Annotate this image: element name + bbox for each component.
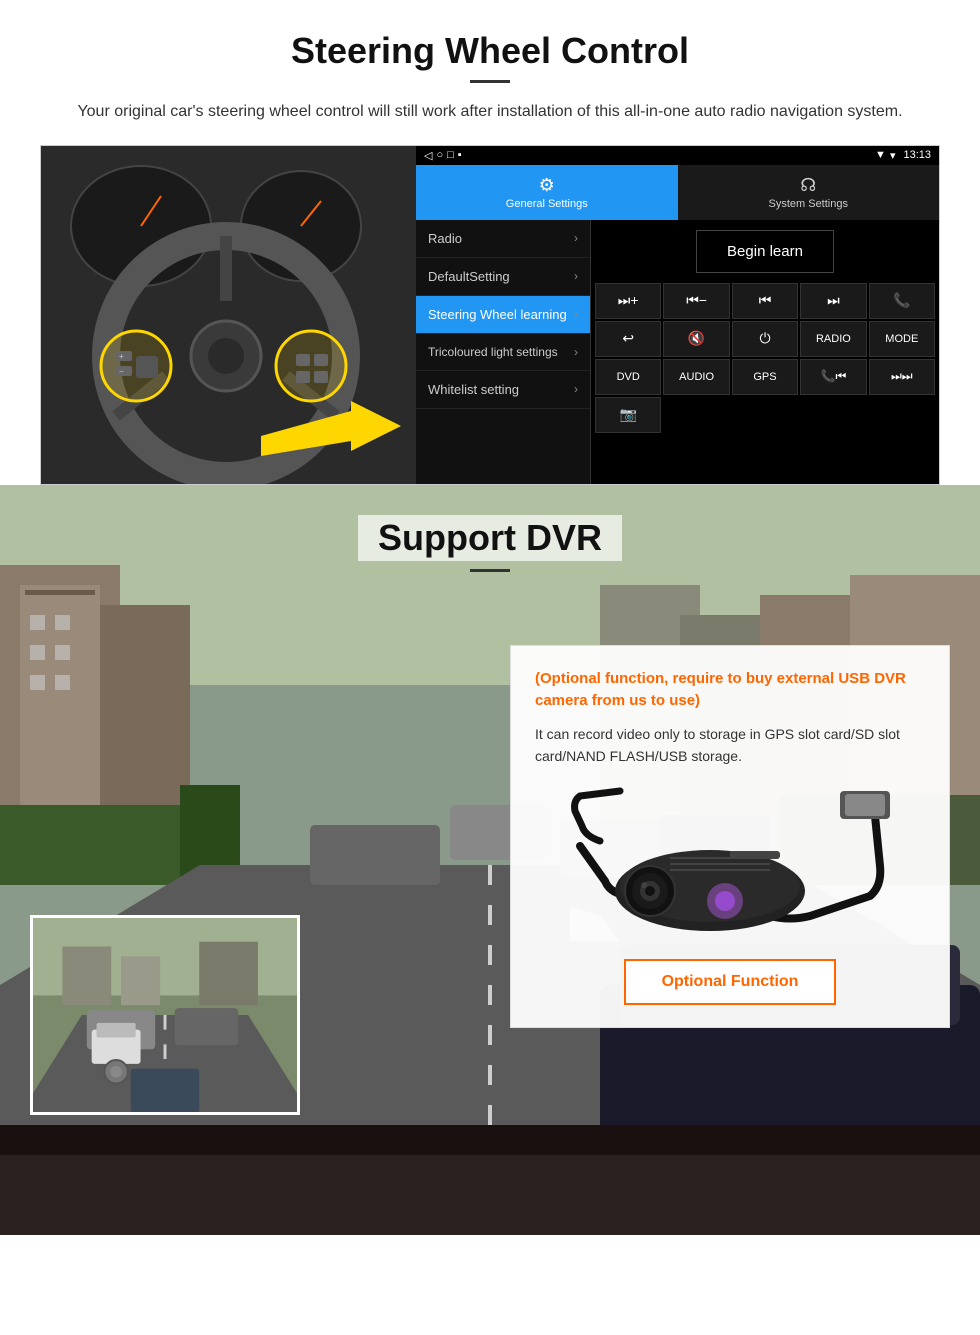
steering-description: Your original car's steering wheel contr… (60, 99, 920, 125)
steering-image-area: + − ◁ ○ □ ▪ ▼ (40, 145, 940, 485)
optional-function-button[interactable]: Optional Function (624, 959, 837, 1005)
dvr-info-box: (Optional function, require to buy exter… (510, 645, 950, 1029)
ctrl-mode[interactable]: MODE (869, 321, 935, 357)
arrow-icon: › (574, 382, 578, 396)
ctrl-radio[interactable]: RADIO (800, 321, 866, 357)
general-settings-icon: ⚙ (539, 175, 555, 196)
ctrl-dvd[interactable]: DVD (595, 359, 661, 395)
arrow-icon: › (574, 231, 578, 245)
control-grid: ⏭+ ⏮− ⏮ ⏭ 📞 ↩ 🔇 ⏻ RADIO MODE DVD AUDIO (591, 283, 939, 437)
tab-general-settings[interactable]: ⚙ General Settings (416, 165, 678, 220)
status-time: 13:13 (903, 149, 931, 161)
menu-item-default-setting[interactable]: DefaultSetting › (416, 258, 590, 296)
ctrl-power[interactable]: ⏻ (732, 321, 798, 357)
ctrl-hang-up[interactable]: ↩ (595, 321, 661, 357)
ctrl-phone-prev[interactable]: 📞⏮ (800, 359, 866, 395)
ctrl-next-track[interactable]: ⏭ (800, 283, 866, 319)
signal-icon: ▼ (875, 149, 886, 161)
ctrl-prev-track[interactable]: ⏮ (732, 283, 798, 319)
android-statusbar: ◁ ○ □ ▪ ▼ ▾ 13:13 (416, 146, 939, 165)
nav-home-icon[interactable]: ○ (436, 149, 443, 161)
android-content: Radio › DefaultSetting › Steering Wheel … (416, 220, 939, 484)
nav-menu-icon[interactable]: ▪ (458, 149, 462, 161)
nav-square-icon[interactable]: □ (447, 149, 454, 161)
menu-item-whitelist[interactable]: Whitelist setting › (416, 371, 590, 409)
tab-system-settings[interactable]: ☊ System Settings (678, 165, 940, 220)
svg-text:−: − (119, 367, 124, 376)
arrow-icon: › (574, 269, 578, 283)
dvr-camera-image (535, 783, 925, 943)
dvr-title-divider (470, 569, 510, 572)
dvr-section: Support DVR (Optional function, require … (0, 485, 980, 1235)
nav-back-icon[interactable]: ◁ (424, 149, 432, 162)
dvr-thumbnail-inner (33, 918, 297, 1112)
dvr-thumbnail (30, 915, 300, 1115)
title-divider (470, 80, 510, 83)
tab-general-label: General Settings (506, 198, 588, 210)
dvr-description: It can record video only to storage in G… (535, 723, 925, 768)
tab-system-label: System Settings (769, 198, 848, 210)
android-tabs: ⚙ General Settings ☊ System Settings (416, 165, 939, 220)
ctrl-dvr[interactable]: 📷 (595, 397, 661, 433)
steering-photo: + − (41, 146, 416, 485)
wifi-icon: ▾ (890, 149, 896, 162)
svg-text:+: + (119, 352, 124, 361)
steering-title: Steering Wheel Control (40, 30, 940, 72)
ctrl-phone-next[interactable]: ⏭⏭ (869, 359, 935, 395)
begin-learn-button[interactable]: Begin learn (696, 230, 834, 273)
dvr-title-area: Support DVR (0, 485, 980, 582)
android-right-panel: Begin learn ⏭+ ⏮− ⏮ ⏭ 📞 ↩ 🔇 ⏻ (591, 220, 939, 484)
menu-item-tricoloured[interactable]: Tricoloured light settings › (416, 334, 590, 371)
system-settings-icon: ☊ (800, 175, 816, 196)
ctrl-mute[interactable]: 🔇 (663, 321, 729, 357)
dvr-title: Support DVR (358, 515, 622, 561)
dvr-optional-text: (Optional function, require to buy exter… (535, 668, 925, 713)
begin-learn-area: Begin learn (591, 220, 939, 283)
arrow-icon: › (574, 307, 578, 321)
ctrl-vol-up[interactable]: ⏭+ (595, 283, 661, 319)
android-menu: Radio › DefaultSetting › Steering Wheel … (416, 220, 591, 484)
ctrl-audio[interactable]: AUDIO (663, 359, 729, 395)
ctrl-phone[interactable]: 📞 (869, 283, 935, 319)
menu-item-radio[interactable]: Radio › (416, 220, 590, 258)
ctrl-vol-down[interactable]: ⏮− (663, 283, 729, 319)
arrow-icon: › (574, 345, 578, 359)
ctrl-gps[interactable]: GPS (732, 359, 798, 395)
menu-item-steering-wheel[interactable]: Steering Wheel learning › (416, 296, 590, 334)
android-ui-panel: ◁ ○ □ ▪ ▼ ▾ 13:13 ⚙ General Settings ☊ S… (416, 146, 939, 484)
steering-section: Steering Wheel Control Your original car… (0, 0, 980, 485)
